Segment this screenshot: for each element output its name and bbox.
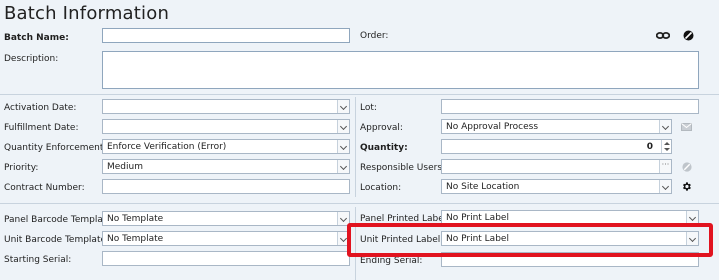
ellipsis-icon[interactable]: ···: [659, 160, 671, 173]
location-value: No Site Location: [446, 182, 520, 192]
unit-barcode-template-select[interactable]: No Template: [102, 231, 350, 246]
approval-select[interactable]: No Approval Process: [441, 119, 672, 134]
description-textarea[interactable]: [102, 51, 699, 89]
quantity-enforcement-value: Enforce Verification (Error): [107, 142, 227, 152]
fulfillment-date-label: Fulfillment Date:: [4, 123, 79, 133]
chevron-down-icon[interactable]: [337, 140, 349, 153]
chevron-down-icon[interactable]: [659, 180, 671, 193]
activation-date-label: Activation Date:: [4, 103, 77, 113]
fulfillment-date-picker[interactable]: [102, 119, 350, 134]
location-label: Location:: [360, 183, 402, 193]
quantity-stepper[interactable]: 0: [441, 139, 672, 154]
approval-label: Approval:: [360, 123, 403, 133]
highlight-box: [347, 223, 713, 257]
quantity-value: 0: [646, 142, 653, 152]
activation-date-picker[interactable]: [102, 99, 350, 114]
priority-value: Medium: [107, 162, 143, 172]
column-divider: [355, 97, 356, 197]
panel-barcode-template-select[interactable]: No Template: [102, 211, 350, 226]
order-label: Order:: [360, 31, 389, 41]
quantity-label: Quantity:: [360, 143, 408, 153]
page-title: Batch Information: [4, 3, 170, 24]
responsible-users-label: Responsible Users:: [360, 163, 446, 173]
unit-barcode-template-value: No Template: [107, 234, 164, 244]
location-select[interactable]: No Site Location: [441, 179, 672, 194]
block-icon[interactable]: [683, 30, 694, 41]
envelope-icon[interactable]: [681, 123, 692, 131]
priority-label: Priority:: [4, 163, 39, 173]
chevron-down-icon[interactable]: [337, 100, 349, 113]
section-divider: [0, 203, 719, 204]
contract-number-input[interactable]: [102, 179, 350, 194]
stepper-arrows-icon[interactable]: [661, 140, 671, 153]
block-icon[interactable]: [682, 162, 692, 172]
unit-barcode-template-label: Unit Barcode Template:: [4, 235, 110, 245]
chevron-down-icon[interactable]: [659, 120, 671, 133]
description-label: Description:: [4, 54, 59, 64]
panel-barcode-template-value: No Template: [107, 214, 164, 224]
batch-name-label: Batch Name:: [4, 33, 69, 43]
priority-select[interactable]: Medium: [102, 159, 350, 174]
gear-icon[interactable]: [681, 181, 692, 192]
starting-serial-input[interactable]: [102, 251, 350, 266]
starting-serial-label: Starting Serial:: [4, 255, 72, 265]
section-divider: [0, 94, 719, 95]
panel-barcode-template-label: Panel Barcode Template:: [4, 215, 115, 225]
quantity-enforcement-select[interactable]: Enforce Verification (Error): [102, 139, 350, 154]
lot-label: Lot:: [360, 103, 377, 113]
contract-number-label: Contract Number:: [4, 183, 85, 193]
quantity-enforcement-label: Quantity Enforcement:: [4, 143, 107, 153]
lot-input[interactable]: [441, 99, 699, 114]
chevron-down-icon[interactable]: [337, 160, 349, 173]
chevron-down-icon[interactable]: [337, 120, 349, 133]
responsible-users-input[interactable]: ···: [441, 159, 672, 174]
approval-value: No Approval Process: [446, 122, 539, 132]
batch-name-input[interactable]: [102, 28, 350, 43]
link-icon[interactable]: [656, 31, 670, 40]
